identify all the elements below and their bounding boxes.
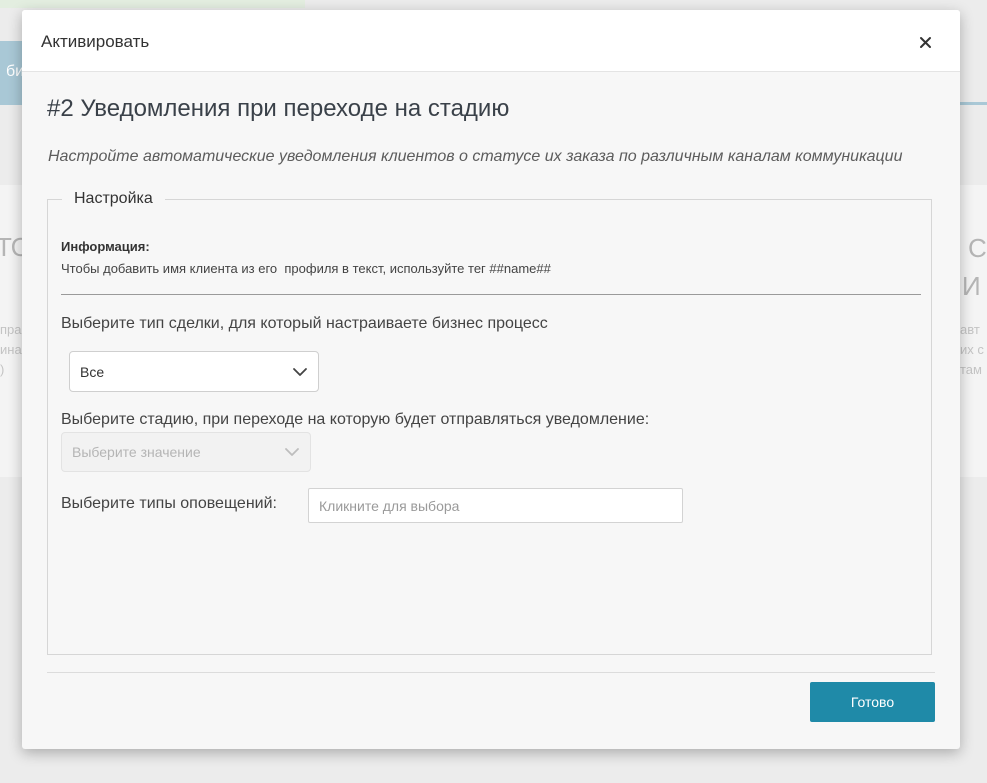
footer-divider bbox=[47, 672, 935, 673]
close-button[interactable] bbox=[916, 32, 936, 52]
background-right-text: авт их с там bbox=[960, 322, 984, 377]
page-title: #2 Уведомления при переходе на стадию bbox=[47, 95, 510, 122]
info-divider bbox=[61, 294, 921, 295]
deal-type-select[interactable]: Все bbox=[69, 351, 319, 392]
chevron-down-icon bbox=[285, 448, 299, 456]
stage-label: Выберите стадию, при переходе на которую… bbox=[61, 411, 650, 428]
deal-type-selected-value: Все bbox=[80, 363, 105, 380]
activate-modal: Активировать #2 Уведомления при переходе… bbox=[22, 10, 960, 749]
background-right-heading-2: И bbox=[962, 271, 981, 301]
modal-header: Активировать bbox=[22, 10, 960, 72]
close-icon bbox=[920, 37, 931, 48]
background-right-heading-1: С bbox=[968, 233, 987, 263]
done-button[interactable]: Готово bbox=[810, 682, 935, 722]
background-left-text: пра ина ) bbox=[0, 322, 22, 377]
stage-placeholder: Выберите значение bbox=[72, 444, 201, 460]
notification-types-input[interactable] bbox=[308, 488, 683, 523]
page-subtitle: Настройте автоматические уведомления кли… bbox=[48, 148, 903, 165]
stage-select[interactable]: Выберите значение bbox=[61, 432, 311, 472]
info-text: Чтобы добавить имя клиента из его профил… bbox=[61, 261, 551, 276]
settings-legend: Настройка bbox=[74, 190, 153, 207]
info-title: Информация: bbox=[61, 239, 150, 254]
background-top-strip bbox=[0, 0, 305, 8]
deal-type-label: Выберите тип сделки, для который настраи… bbox=[61, 315, 548, 332]
chevron-down-icon bbox=[293, 367, 307, 376]
modal-title: Активировать bbox=[41, 32, 150, 51]
notification-types-label: Выберите типы оповещений: bbox=[61, 495, 277, 512]
